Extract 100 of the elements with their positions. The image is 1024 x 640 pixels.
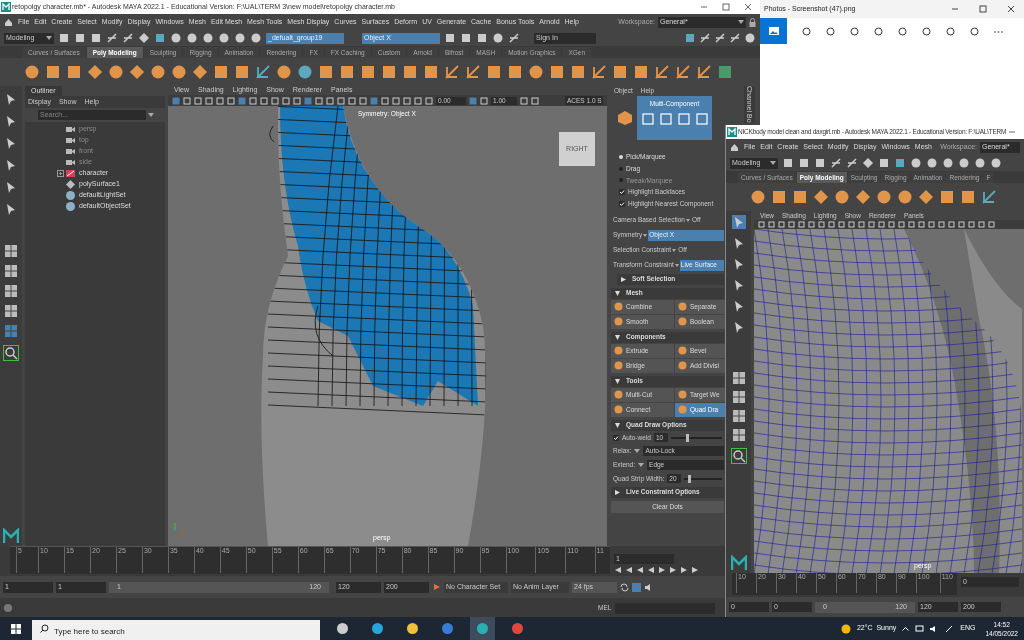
toolbar-icon[interactable]	[846, 157, 858, 169]
panel-toggle-icon[interactable]	[684, 32, 696, 44]
checkbox[interactable]	[619, 189, 625, 196]
shelf-tool-icon[interactable]	[360, 64, 376, 80]
radio-button[interactable]	[619, 154, 623, 159]
toolbar-icon[interactable]	[814, 157, 826, 169]
layout-outliner-icon[interactable]	[731, 428, 746, 442]
toolbar-icon[interactable]	[138, 32, 150, 44]
panel-toggle-icon[interactable]	[729, 32, 741, 44]
shelf-tool-icon[interactable]	[234, 64, 250, 80]
close-icon[interactable]	[743, 2, 753, 12]
shelf-tool-icon[interactable]	[855, 189, 871, 205]
toolbar-icon[interactable]	[878, 157, 890, 169]
shelf-tool-icon[interactable]	[771, 189, 787, 205]
toolbar-icon[interactable]	[942, 157, 954, 169]
maximize-icon[interactable]	[721, 2, 731, 12]
shelf-tool-icon[interactable]	[444, 64, 460, 80]
shelf-tool-icon[interactable]	[297, 64, 313, 80]
toolbar-icon[interactable]	[234, 32, 246, 44]
checkbox[interactable]	[613, 434, 619, 441]
layout-four-icon[interactable]	[731, 390, 746, 404]
toolbar-icon[interactable]	[830, 157, 842, 169]
shelf-tool-icon[interactable]	[792, 189, 808, 205]
toolbar-icon[interactable]	[894, 157, 906, 169]
shelf-tool-icon[interactable]	[318, 64, 334, 80]
checkbox[interactable]	[619, 200, 625, 207]
slider-thumb[interactable]	[686, 433, 690, 442]
shelf-tool-icon[interactable]	[255, 64, 271, 80]
speaker-icon[interactable]	[644, 582, 653, 592]
shelf-tool-icon[interactable]	[87, 64, 103, 80]
slider-track[interactable]	[670, 436, 722, 439]
shelf-tool-icon[interactable]	[402, 64, 418, 80]
shelf-tool-icon[interactable]	[381, 64, 397, 80]
shelf-tool-icon[interactable]	[486, 64, 502, 80]
toolbar-icon[interactable]	[202, 32, 214, 44]
toolbar-icon[interactable]	[444, 32, 456, 44]
home-icon[interactable]	[730, 142, 739, 152]
maximize-icon[interactable]	[978, 4, 988, 14]
shelf-tool-icon[interactable]	[192, 64, 208, 80]
shelf-tool-icon[interactable]	[276, 64, 292, 80]
shelf-tool-icon[interactable]	[897, 189, 913, 205]
shelf-tool-icon[interactable]	[108, 64, 124, 80]
toolbar-icon[interactable]	[782, 157, 794, 169]
step-back-icon[interactable]	[625, 566, 633, 574]
shelf-tool-icon[interactable]	[465, 64, 481, 80]
toolbar-icon[interactable]	[508, 32, 520, 44]
collapse-arrow-icon[interactable]	[615, 378, 620, 384]
shelf-tool-icon[interactable]	[918, 189, 934, 205]
toolbar-icon[interactable]	[910, 157, 922, 169]
chevron-up-icon[interactable]	[902, 626, 910, 631]
shelf-tool-icon[interactable]	[960, 189, 976, 205]
close-icon[interactable]	[1006, 4, 1016, 14]
shelf-tool-icon[interactable]	[507, 64, 523, 80]
taskbar-search-field[interactable]: Type here to search	[32, 620, 320, 640]
toolbar-icon[interactable]	[74, 32, 86, 44]
toolbar-icon[interactable]	[798, 157, 810, 169]
play-back-icon[interactable]	[647, 566, 655, 574]
go-start-icon[interactable]	[614, 566, 622, 574]
help-icon[interactable]	[4, 604, 12, 612]
windows-start-icon[interactable]	[11, 623, 21, 634]
shelf-tool-icon[interactable]	[834, 189, 850, 205]
shelf-tool-icon[interactable]	[675, 64, 691, 80]
shelf-tool-icon[interactable]	[528, 64, 544, 80]
shelf-tool-icon[interactable]	[549, 64, 565, 80]
toolbar-icon[interactable]	[958, 157, 970, 169]
shelf-tool-icon[interactable]	[654, 64, 670, 80]
shelf-tool-icon[interactable]	[66, 64, 82, 80]
shelf-tool-icon[interactable]	[696, 64, 712, 80]
play-icon[interactable]	[658, 566, 666, 574]
collapse-arrow-icon[interactable]	[615, 334, 620, 340]
collapse-arrow-icon[interactable]	[615, 290, 620, 296]
shelf-tool-icon[interactable]	[570, 64, 586, 80]
toolbar-icon[interactable]	[170, 32, 182, 44]
toolbar-icon[interactable]	[58, 32, 70, 44]
shelf-tool-icon[interactable]	[171, 64, 187, 80]
shelf-tool-icon[interactable]	[612, 64, 628, 80]
shelf-tool-icon[interactable]	[591, 64, 607, 80]
shelf-tool-icon[interactable]	[339, 64, 355, 80]
home-icon[interactable]	[4, 17, 13, 27]
toolbar-icon[interactable]	[460, 32, 472, 44]
shelf-tool-icon[interactable]	[129, 64, 145, 80]
toolbar-icon[interactable]	[974, 157, 986, 169]
panel-toggle-icon[interactable]	[699, 32, 711, 44]
slider-track[interactable]	[684, 477, 722, 480]
collapse-arrow-icon[interactable]	[615, 422, 620, 428]
loop-icon[interactable]	[620, 582, 629, 592]
shelf-tool-icon[interactable]	[423, 64, 439, 80]
toolbar-icon[interactable]	[90, 32, 102, 44]
shelf-tool-icon[interactable]	[981, 189, 997, 205]
shelf-tool-icon[interactable]	[633, 64, 649, 80]
shelf-tool-icon[interactable]	[717, 64, 733, 80]
shelf-tool-icon[interactable]	[813, 189, 829, 205]
key-back-icon[interactable]	[636, 566, 644, 574]
shelf-tool-icon[interactable]	[24, 64, 40, 80]
toolbar-icon[interactable]	[926, 157, 938, 169]
go-end-icon[interactable]	[691, 566, 699, 574]
toolbar-icon[interactable]	[476, 32, 488, 44]
shelf-tool-icon[interactable]	[750, 189, 766, 205]
toolbar-icon[interactable]	[250, 32, 262, 44]
step-forward-icon[interactable]	[680, 566, 688, 574]
